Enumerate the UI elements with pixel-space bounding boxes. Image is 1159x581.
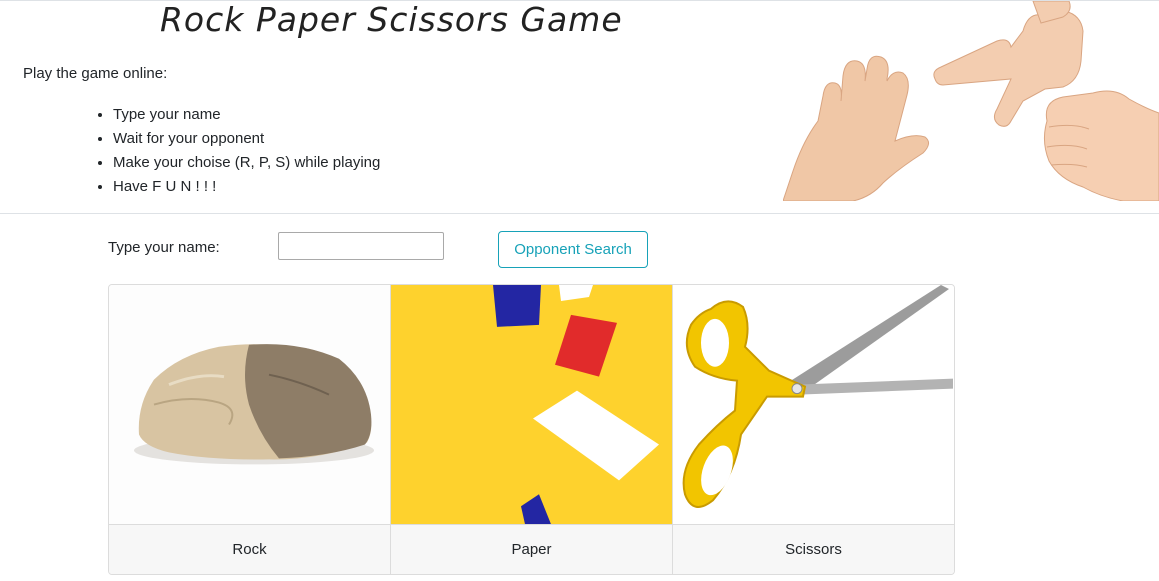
rock-label: Rock bbox=[109, 524, 390, 574]
paper-image bbox=[391, 285, 672, 525]
hands-illustration bbox=[783, 1, 1159, 201]
rule-item: Type your name bbox=[113, 103, 380, 127]
name-label: Type your name: bbox=[108, 239, 220, 256]
fist-hand bbox=[1043, 90, 1159, 201]
open-palm-hand bbox=[783, 55, 929, 201]
scissors-label: Scissors bbox=[673, 524, 954, 574]
rule-item: Make your choise (R, P, S) while playing bbox=[113, 151, 380, 175]
choice-cards: Rock Paper Scissors bbox=[108, 284, 955, 575]
paper-label: Paper bbox=[391, 524, 672, 574]
name-input[interactable] bbox=[278, 232, 444, 260]
intro-text: Play the game online: bbox=[23, 65, 168, 82]
scissors-image bbox=[673, 285, 954, 525]
page-header: Rock Paper Scissors Game Play the game o… bbox=[0, 0, 1159, 213]
rule-item: Have F U N ! ! ! bbox=[113, 175, 380, 199]
header-divider bbox=[0, 213, 1159, 214]
paper-card[interactable]: Paper bbox=[391, 285, 673, 574]
rock-image bbox=[109, 285, 390, 525]
scissors-card[interactable]: Scissors bbox=[673, 285, 954, 574]
page-title: Rock Paper Scissors Game bbox=[160, 0, 623, 39]
opponent-search-button[interactable]: Opponent Search bbox=[498, 231, 648, 268]
rock-card[interactable]: Rock bbox=[109, 285, 391, 574]
rules-list: Type your name Wait for your opponent Ma… bbox=[95, 103, 380, 199]
rule-item: Wait for your opponent bbox=[113, 127, 380, 151]
